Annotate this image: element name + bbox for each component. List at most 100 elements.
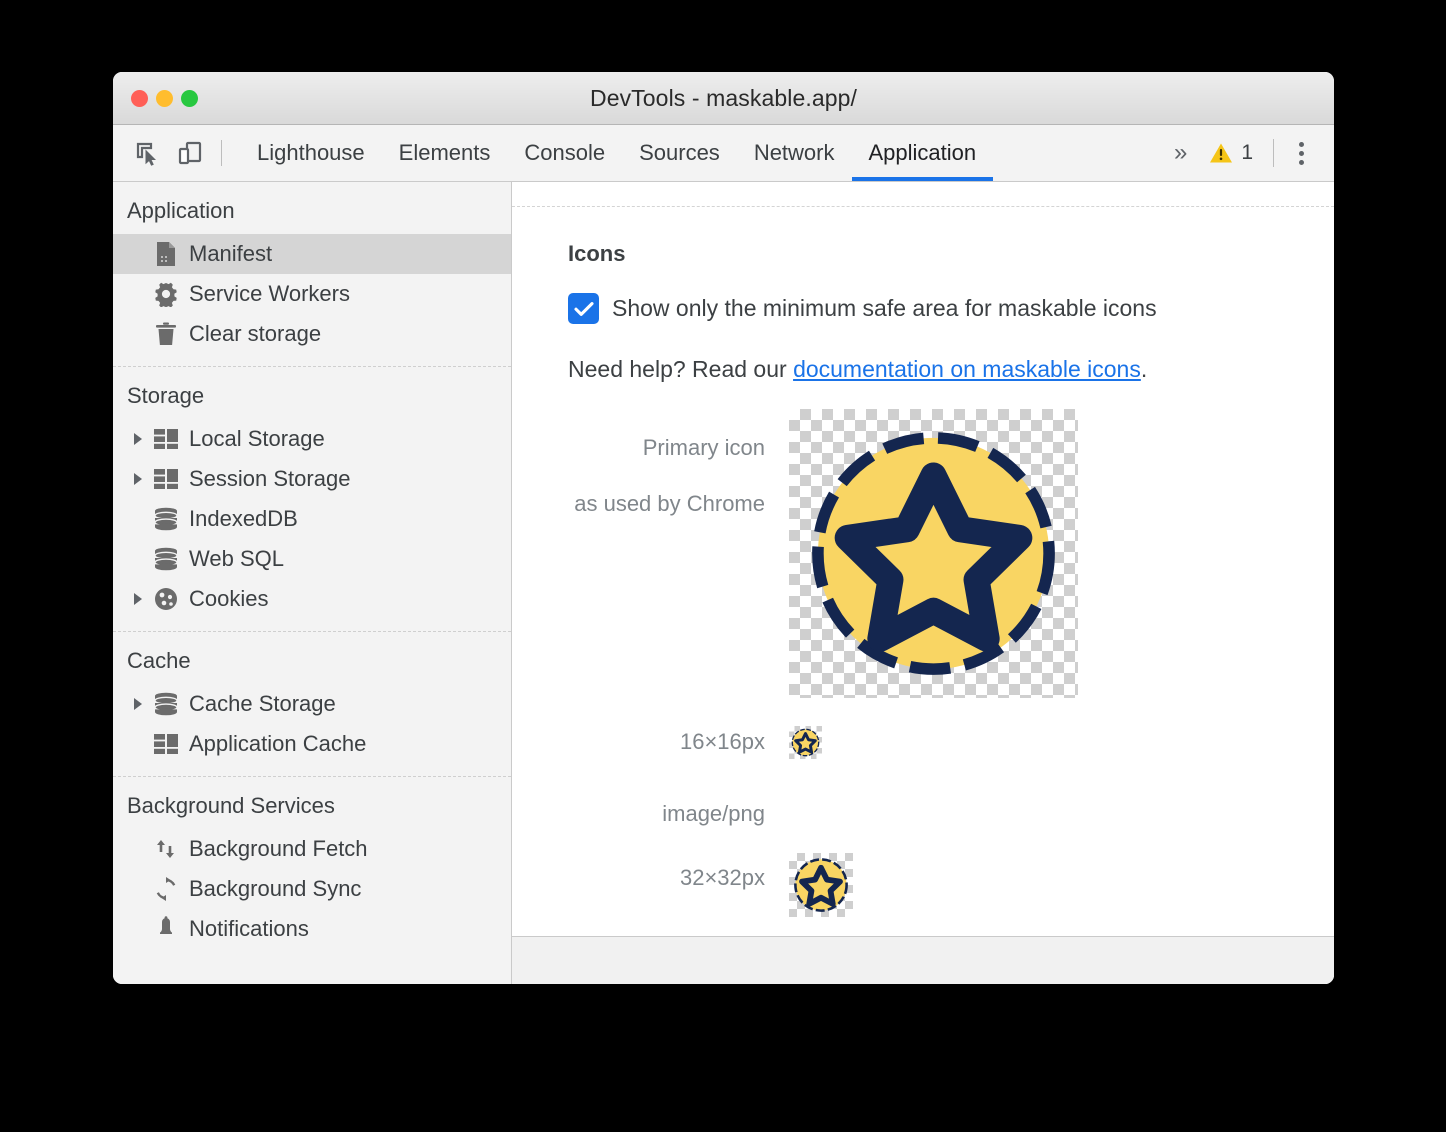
- sidebar-item-label: Cache Storage: [189, 691, 336, 717]
- window-title: DevTools - maskable.app/: [113, 85, 1334, 112]
- tab-label: Elements: [399, 140, 491, 166]
- icon-entry-32: 32×32px image/png: [512, 853, 1334, 936]
- icon-entry-16: 16×16px image/png: [512, 726, 1334, 825]
- toolbar-separator: [221, 140, 222, 166]
- sidebar-item-label: Local Storage: [189, 426, 325, 452]
- inspect-element-icon[interactable]: [127, 132, 169, 174]
- expand-arrow-icon[interactable]: [127, 473, 149, 485]
- tab-label: Lighthouse: [257, 140, 365, 166]
- tab-elements[interactable]: Elements: [382, 125, 508, 181]
- icon-size-label: 32×32px: [512, 867, 765, 889]
- sidebar-item-label: Notifications: [189, 916, 309, 942]
- manifest-panel: Icons Show only the minimum safe area fo…: [512, 182, 1334, 984]
- sidebar-header-background-services: Background Services: [113, 777, 511, 829]
- maskable-star-icon: [789, 409, 1078, 698]
- safe-area-checkbox-row: Show only the minimum safe area for mask…: [512, 293, 1334, 324]
- sidebar-item-service-workers[interactable]: Service Workers: [113, 274, 511, 314]
- tab-application[interactable]: Application: [852, 125, 994, 181]
- sidebar-header-cache: Cache: [113, 632, 511, 684]
- sidebar-header-storage: Storage: [113, 367, 511, 419]
- icon-entry-16-captions: 16×16px image/png: [512, 726, 789, 825]
- close-button[interactable]: [131, 90, 148, 107]
- primary-icon-caption-line2: as used by Chrome: [512, 493, 765, 515]
- sidebar-item-web-sql[interactable]: Web SQL: [113, 539, 511, 579]
- document-icon: [149, 241, 183, 267]
- safe-area-checkbox[interactable]: [568, 293, 599, 324]
- sidebar-item-cache-storage[interactable]: Cache Storage: [113, 684, 511, 724]
- application-sidebar: Application Manifest: [113, 182, 512, 984]
- trash-icon: [149, 321, 183, 347]
- sidebar-item-local-storage[interactable]: Local Storage: [113, 419, 511, 459]
- help-suffix: .: [1141, 356, 1147, 382]
- sidebar-item-clear-storage[interactable]: Clear storage: [113, 314, 511, 354]
- primary-icon-captions: Primary icon as used by Chrome: [512, 409, 789, 515]
- table-icon: [149, 733, 183, 755]
- tab-sources[interactable]: Sources: [622, 125, 737, 181]
- expand-arrow-icon[interactable]: [127, 593, 149, 605]
- cookie-icon: [149, 586, 183, 612]
- warning-triangle-icon: [1209, 142, 1233, 164]
- more-tabs-icon[interactable]: »: [1162, 139, 1197, 167]
- tab-lighthouse[interactable]: Lighthouse: [240, 125, 382, 181]
- database-icon: [149, 692, 183, 716]
- toolbar-right-group: » 1: [1162, 125, 1334, 181]
- sidebar-item-label: Manifest: [189, 241, 272, 267]
- traffic-lights: [131, 72, 198, 124]
- maskable-docs-link[interactable]: documentation on maskable icons: [793, 356, 1141, 382]
- page-title: Icons: [512, 241, 1334, 267]
- primary-icon-caption-line1: Primary icon: [512, 437, 765, 459]
- tab-label: Application: [869, 140, 977, 166]
- icon-entry-32-captions: 32×32px image/png: [512, 853, 789, 936]
- panel-content: Icons Show only the minimum safe area fo…: [512, 207, 1334, 936]
- kebab-menu-icon[interactable]: [1282, 134, 1320, 172]
- sidebar-item-background-sync[interactable]: Background Sync: [113, 869, 511, 909]
- help-text: Need help? Read our documentation on mas…: [512, 356, 1334, 383]
- tab-console[interactable]: Console: [507, 125, 622, 181]
- expand-arrow-icon[interactable]: [127, 698, 149, 710]
- minimize-button[interactable]: [156, 90, 173, 107]
- sidebar-section-cache: Cache: [113, 632, 511, 770]
- table-icon: [149, 468, 183, 490]
- database-icon: [149, 507, 183, 531]
- sidebar-item-label: Application Cache: [189, 731, 366, 757]
- icon-mime-label: image/png: [512, 803, 765, 825]
- devtools-window: DevTools - maskable.app/ Lighthouse Elem…: [113, 72, 1334, 984]
- devtools-toolbar: Lighthouse Elements Console Sources Netw…: [113, 125, 1334, 182]
- sidebar-item-notifications[interactable]: Notifications: [113, 909, 511, 949]
- warning-status-badge[interactable]: 1: [1197, 141, 1265, 165]
- sidebar-item-manifest[interactable]: Manifest: [113, 234, 511, 274]
- devtools-body: Application Manifest: [113, 182, 1334, 984]
- warning-count: 1: [1241, 141, 1253, 165]
- panel-top-divider: [512, 182, 1334, 207]
- table-icon: [149, 428, 183, 450]
- sidebar-item-cookies[interactable]: Cookies: [113, 579, 511, 619]
- tab-label: Console: [524, 140, 605, 166]
- primary-icon-row: Primary icon as used by Chrome: [512, 409, 1334, 698]
- maskable-star-icon-32: [789, 853, 853, 917]
- sidebar-item-indexeddb[interactable]: IndexedDB: [113, 499, 511, 539]
- safe-area-checkbox-label: Show only the minimum safe area for mask…: [612, 295, 1157, 322]
- sidebar-item-background-fetch[interactable]: Background Fetch: [113, 829, 511, 869]
- sidebar-item-label: Session Storage: [189, 466, 350, 492]
- toolbar-separator-2: [1273, 139, 1274, 167]
- sidebar-item-label: Service Workers: [189, 281, 350, 307]
- sidebar-item-label: IndexedDB: [189, 506, 298, 532]
- window-titlebar: DevTools - maskable.app/: [113, 72, 1334, 125]
- help-prefix: Need help? Read our: [568, 356, 793, 382]
- tab-network[interactable]: Network: [737, 125, 852, 181]
- panel-tabs: Lighthouse Elements Console Sources Netw…: [240, 125, 993, 181]
- sidebar-item-session-storage[interactable]: Session Storage: [113, 459, 511, 499]
- sidebar-item-label: Background Fetch: [189, 836, 368, 862]
- maskable-star-icon-16: [789, 726, 822, 759]
- sidebar-section-application: Application Manifest: [113, 182, 511, 360]
- sidebar-item-label: Web SQL: [189, 546, 284, 572]
- sidebar-header-application: Application: [113, 182, 511, 234]
- sidebar-item-application-cache[interactable]: Application Cache: [113, 724, 511, 764]
- database-icon: [149, 547, 183, 571]
- expand-arrow-icon[interactable]: [127, 433, 149, 445]
- sidebar-item-label: Clear storage: [189, 321, 321, 347]
- sidebar-section-storage: Storage Local Storage: [113, 367, 511, 625]
- tab-label: Network: [754, 140, 835, 166]
- device-toolbar-icon[interactable]: [169, 132, 211, 174]
- zoom-button[interactable]: [181, 90, 198, 107]
